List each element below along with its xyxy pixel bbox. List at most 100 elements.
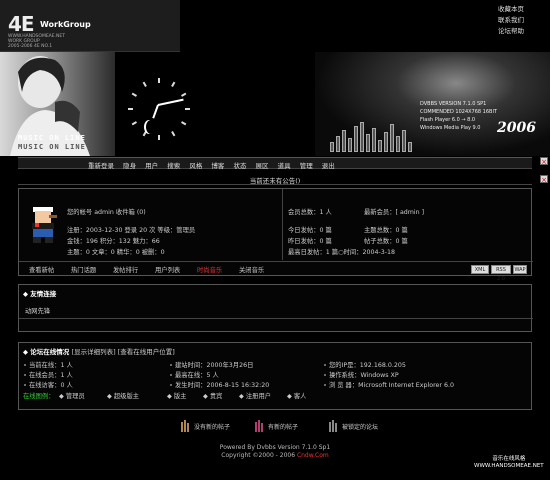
menu-hide[interactable]: 隐身: [123, 162, 136, 170]
year-label: 2006: [497, 120, 536, 136]
link-help[interactable]: 论坛帮助: [498, 26, 524, 37]
clock-tick: [142, 81, 147, 87]
legend-guest-text: 客人: [293, 393, 307, 400]
max-online-time-text: 发生时间：2006-8-15 16:32:20: [174, 382, 270, 389]
menu-relogin[interactable]: 重新登录: [88, 162, 114, 170]
legend-no-new-text: 没有新的帖子: [194, 423, 231, 431]
legend-admin-text: 管理员: [65, 393, 85, 400]
online-title: 论坛在线情况: [30, 348, 70, 356]
link-bookmark[interactable]: 收藏本页: [498, 4, 524, 15]
legend-guest: ◆ 客人: [287, 393, 307, 400]
header-banner: 4E WorkGroup WWW.HANDSOMEAE.NET WORK GRO…: [0, 0, 550, 156]
link-post-rank[interactable]: 发帖排行: [113, 265, 138, 274]
menu-admin[interactable]: 管理: [300, 162, 313, 170]
stage-line: DVBBS VERSION 7.1.0 SP1: [420, 101, 487, 107]
os: ∘ 操作系统：Windows XP: [323, 372, 399, 379]
stage-line: Flash Player 6.0 → 8.0: [420, 117, 476, 123]
legend-admin: ◆ 管理员: [59, 393, 85, 400]
logo-subtitle: WorkGroup: [40, 20, 91, 29]
menu-gallery[interactable]: 展区: [256, 162, 269, 170]
menu-items: 重新登录 隐身 用户 搜索 风格 博客 状态 展区 道具 管理 退出: [88, 160, 342, 170]
your-ip: ∘ 您的IP是：192.168.0.205: [323, 362, 406, 369]
clock-tick: [158, 78, 160, 83]
legend-locked: 被锁定的论坛: [328, 419, 378, 433]
forum-icon-legend: 没有新的帖子 有新的帖子 被锁定的论坛: [150, 417, 400, 437]
stat-members: 会员总数：1 人: [288, 209, 332, 216]
link-stop-music[interactable]: 关闭音乐: [239, 265, 264, 274]
footer-brand-link[interactable]: Cndw.Com: [297, 452, 329, 459]
legend-member: ◆ 注册用户: [239, 393, 272, 400]
forum-stats: 会员总数：1 人 最新会员：[ admin ] 今日发帖：0 篇 主题总数：0 …: [284, 189, 533, 260]
equalizer-bar: [396, 136, 400, 152]
max-online-time: ∘ 发生时间：2006-8-15 16:32:20: [169, 382, 270, 389]
online-title-links[interactable]: [显示详细列表] [查看在线用户位置]: [72, 348, 175, 356]
stat-today: 今日发帖：0 篇: [288, 227, 332, 234]
equalizer-bar: [360, 122, 364, 152]
browser: ∘ 浏 览 器：Microsoft Internet Explorer 6.0: [323, 382, 455, 389]
menu-logout[interactable]: 退出: [322, 162, 335, 170]
friend-link[interactable]: 动网先锋: [25, 306, 50, 315]
stat-yesterday: 昨日发帖：0 篇: [288, 238, 332, 245]
online-legend: 在线图例： ◆ 管理员 ◆ 超级版主 ◆ 版主 ◆ 贵宾 ◆ 注册用户 ◆ 客人: [19, 390, 533, 400]
avatar: [27, 205, 61, 245]
link-user-list[interactable]: 用户列表: [155, 265, 180, 274]
stage-text: DVBBS VERSION 7.1.0 SP1 COMMENDED 1024X7…: [420, 100, 497, 132]
equalizer-bar: [342, 130, 346, 152]
online-current-text: 当前在线：1 人: [28, 362, 73, 369]
music-online-text: MUSIC ON LINE: [18, 134, 86, 142]
footer-copyright-text: Copyright ©2000 - 2006: [221, 452, 297, 459]
legend-mod-text: 版主: [173, 393, 187, 400]
panel-links: 查看新帖 热门话题 发帖排行 用户列表 时尚音乐 关闭音乐 XML RSS 2.…: [19, 261, 533, 282]
link-contact[interactable]: 联系我们: [498, 15, 524, 26]
online-members-text: 在线会员：1 人: [28, 372, 73, 379]
site-founded: ∘ 建站时间：2000年3月26日: [169, 362, 254, 369]
clock-icon: [128, 78, 190, 140]
legend-super-mod-text: 超级版主: [113, 393, 140, 400]
equalizer-bars: [330, 120, 420, 152]
equalizer-bar: [408, 142, 412, 152]
xml-button[interactable]: XML: [471, 265, 489, 274]
popeye-avatar-icon: [32, 207, 57, 243]
menu-users[interactable]: 用户: [145, 162, 158, 170]
menu-status[interactable]: 状态: [233, 162, 246, 170]
menu-blog[interactable]: 博客: [211, 162, 224, 170]
topics-line: 主题：0 文章：0 精华：0 被删：0: [67, 249, 165, 256]
equalizer-bar: [372, 128, 376, 152]
close-icon[interactable]: ×: [540, 175, 548, 184]
link-music[interactable]: 时尚音乐: [197, 265, 222, 274]
menu-search[interactable]: 搜索: [167, 162, 180, 170]
clock-tick: [181, 92, 187, 97]
announcement-bar: 当前还未有公告(): [18, 175, 532, 185]
friend-links-box: ◆ 友情连接 动网先锋: [18, 284, 533, 332]
menu-style[interactable]: 风格: [189, 162, 202, 170]
browser-text: 浏 览 器：Microsoft Internet Explorer 6.0: [328, 382, 455, 389]
legend-new-text: 有新的帖子: [268, 423, 299, 431]
legend-label: 在线图例：: [23, 393, 55, 400]
clock-tick: [142, 131, 147, 137]
style-url: WWW.HANDSOMEAE.NET: [474, 463, 544, 469]
menu-tools[interactable]: 道具: [278, 162, 291, 170]
equalizer-bar: [390, 124, 394, 152]
legend-vip-text: 贵宾: [209, 393, 223, 400]
divider: [19, 318, 533, 319]
register-line: 注册：2003-12-30 登录 20 次 等级：管理员: [67, 227, 196, 234]
clock-tick: [171, 131, 176, 137]
link-hot-topics[interactable]: 热门话题: [71, 265, 96, 274]
clock-tick: [171, 81, 176, 87]
equalizer-bar: [348, 138, 352, 152]
wap-button[interactable]: WAP: [513, 265, 527, 274]
close-icon[interactable]: ×: [540, 157, 548, 166]
equalizer-bar: [354, 126, 358, 152]
online-guests-text: 在线访客：0 人: [28, 382, 73, 389]
your-ip-text: 您的IP是：192.168.0.205: [328, 362, 406, 369]
folder-locked-icon: [329, 420, 337, 432]
user-panel: 您的帐号 admin 收件箱 (0) 注册：2003-12-30 登录 20 次…: [18, 188, 533, 282]
link-new-posts[interactable]: 查看新帖: [29, 265, 54, 274]
legend-member-text: 注册用户: [245, 393, 272, 400]
legend-locked-text: 被锁定的论坛: [342, 423, 379, 431]
legend-no-new: 没有新的帖子: [180, 419, 230, 433]
footer-copyright: Copyright ©2000 - 2006 Cndw.Com: [0, 452, 550, 460]
clock-tick: [131, 121, 137, 126]
clock-tick: [158, 135, 160, 140]
rss-button[interactable]: RSS 2.0: [491, 265, 511, 282]
